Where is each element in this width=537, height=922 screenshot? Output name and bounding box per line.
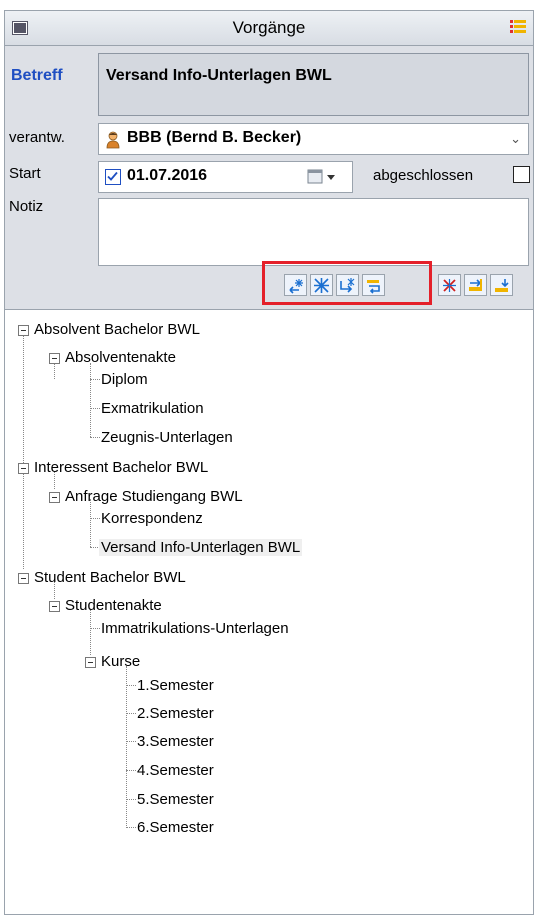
tree-node[interactable]: Immatrikulations-Unterlagen [101,620,289,637]
start-label: Start [9,165,41,182]
highlight-box [262,261,432,305]
verantw-value: BBB (Bernd B. Becker) [127,129,302,146]
list-menu-icon[interactable] [509,19,527,37]
betreff-value: Versand Info-Unterlagen BWL [106,67,332,84]
collapse-icon[interactable] [18,325,29,336]
chevron-down-icon[interactable]: ⌄ [510,131,521,147]
tree-node-selected[interactable]: Versand Info-Unterlagen BWL [99,539,303,556]
betreff-label: Betreff [11,67,63,84]
start-checkbox[interactable] [105,169,121,185]
tree-node[interactable]: 4.Semester [137,762,214,779]
tree-node[interactable]: Diplom [101,371,148,388]
abgeschlossen-checkbox[interactable] [513,166,530,183]
tree-node[interactable]: Zeugnis-Unterlagen [101,429,233,446]
window-title: Vorgänge [232,18,306,37]
tree-node[interactable]: Anfrage Studiengang BWL [65,488,243,505]
move-down-icon [495,279,509,292]
person-icon [106,131,120,149]
move-down-button[interactable] [490,274,513,296]
collapse-icon[interactable] [85,657,96,668]
tree-node[interactable]: Korrespondenz [101,510,203,527]
calendar-dropdown-icon[interactable] [307,169,339,185]
verantw-label: verantw. [9,129,65,146]
vorgang-tree[interactable]: Absolvent Bachelor BWL Absolventenakte D… [5,311,533,914]
collapse-icon[interactable] [18,463,29,474]
move-up-icon [469,279,482,291]
tree-node[interactable]: Studentenakte [65,597,162,614]
tree-node[interactable]: 5.Semester [137,791,214,808]
betreff-field[interactable]: Versand Info-Unterlagen BWL [98,53,529,116]
vorgaenge-panel: Vorgänge Betreff Versand Info-Unterlagen… [4,10,534,915]
title-bar: Vorgänge [5,11,533,46]
abgeschlossen-label: abgeschlossen [373,167,474,184]
tree-node[interactable]: Absolventenakte [65,349,176,366]
delete-node-button[interactable] [438,274,461,296]
start-date-value: 01.07.2016 [127,167,208,184]
tree-node[interactable]: 3.Semester [137,733,214,750]
notiz-label: Notiz [9,198,44,215]
tree-node[interactable]: 1.Semester [137,677,214,694]
verantw-select[interactable]: BBB (Bernd B. Becker) ⌄ [98,123,529,155]
collapse-icon[interactable] [49,601,60,612]
vorgang-form: Betreff Versand Info-Unterlagen BWL vera… [5,46,533,310]
tree-node[interactable]: Student Bachelor BWL [34,569,186,586]
delete-node-icon [443,279,456,292]
start-date-field[interactable]: 01.07.2016 [98,161,353,193]
collapse-icon[interactable] [49,353,60,364]
tree-node[interactable]: Absolvent Bachelor BWL [34,321,200,338]
collapse-icon[interactable] [49,492,60,503]
tree-node[interactable]: 2.Semester [137,705,214,722]
tree-node[interactable]: Exmatrikulation [101,400,204,417]
move-up-button[interactable] [464,274,487,296]
checkmark-icon [107,171,118,181]
tree-node[interactable]: Kurse [101,653,140,670]
tree-node[interactable]: 6.Semester [137,819,214,836]
notiz-field[interactable] [98,198,529,266]
tree-node[interactable]: Interessent Bachelor BWL [34,459,208,476]
collapse-icon[interactable] [18,573,29,584]
